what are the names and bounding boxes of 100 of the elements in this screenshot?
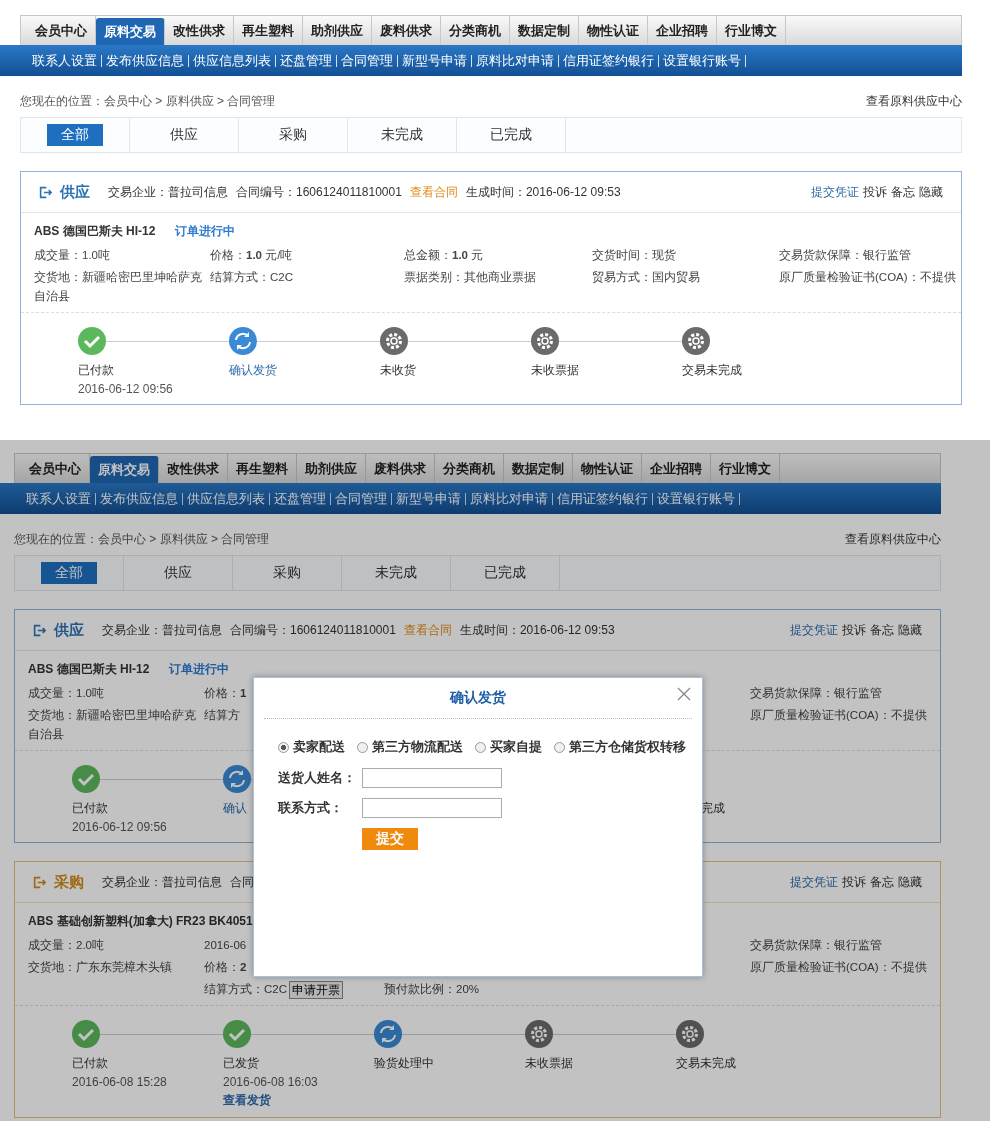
step-time: 2016-06-12 09:56 [78, 382, 174, 396]
gear-icon [380, 327, 408, 355]
filter-tab[interactable]: 采购 [259, 562, 315, 584]
action-link[interactable]: 备忘 [891, 183, 915, 201]
refresh-icon [229, 327, 257, 355]
filter-tab[interactable]: 未完成 [361, 562, 431, 584]
center-link[interactable]: 查看原料供应中心 [845, 531, 941, 548]
info-text: 票据类别：其他商业票据 [404, 270, 536, 285]
subnav-link[interactable]: 合同管理 [337, 54, 398, 67]
radio-circle[interactable] [278, 742, 289, 753]
subnav-link[interactable]: 供应信息列表 [189, 54, 276, 67]
radio-option[interactable]: 第三方物流配送 [357, 739, 463, 756]
action-link[interactable]: 备忘 [870, 621, 894, 639]
action-link[interactable]: 隐藏 [919, 183, 943, 201]
step-label: 交易未完成 [682, 362, 743, 379]
product-title: ABS 德国巴斯夫 HI-12 [28, 661, 150, 678]
submit-voucher-link[interactable]: 提交凭证 [790, 873, 838, 891]
header-field: 合同编号：1606124011810001 [236, 183, 402, 201]
info-text: 成交量：2.0吨 [28, 938, 104, 953]
order-status: 订单进行中 [175, 223, 236, 240]
refresh-icon [374, 1020, 402, 1048]
radio-circle[interactable] [357, 742, 368, 753]
info-text: 价格：1.0 元/吨 [210, 248, 293, 263]
export-icon [39, 185, 52, 199]
subnav-link[interactable]: 联系人设置 [22, 492, 96, 505]
subnav-link[interactable]: 还盘管理 [276, 54, 337, 67]
subnav-link[interactable]: 发布供应信息 [102, 54, 189, 67]
header-field: 生成时间：2016-06-12 09:53 [465, 183, 621, 201]
input-field[interactable] [362, 798, 502, 818]
view-shipment-link[interactable]: 查看发货 [223, 1092, 374, 1109]
info-text: 交易货款保障：银行监管 [750, 938, 882, 953]
filter-tab[interactable]: 供应 [156, 124, 212, 146]
refresh-icon [223, 765, 251, 793]
step-label: 未收票据 [525, 1055, 574, 1072]
subnav-link[interactable]: 信用证签约银行 [553, 492, 653, 505]
subnav-link[interactable]: 原料比对申请 [472, 54, 559, 67]
step-label: 未收票据 [531, 362, 580, 379]
info-text: 价格：2 [204, 960, 247, 975]
action-link[interactable]: 备忘 [870, 873, 894, 891]
radio-option[interactable]: 买家自提 [475, 739, 542, 756]
filter-tab[interactable]: 全部 [41, 562, 97, 584]
filter-tab[interactable]: 全部 [47, 124, 103, 146]
export-icon [33, 623, 46, 637]
subnav-link[interactable]: 还盘管理 [270, 492, 331, 505]
field-label: 联系方式： [278, 799, 344, 817]
info-text: 交货地：广东东莞樟木头镇 [28, 960, 172, 975]
subnav-link[interactable]: 信用证签约银行 [559, 54, 659, 67]
step-label: 已发货 [223, 1055, 260, 1072]
filter-tab[interactable]: 已完成 [470, 562, 540, 584]
invoice-button[interactable]: 申请开票 [289, 981, 343, 999]
action-link[interactable]: 投诉 [842, 621, 866, 639]
subnav-link[interactable]: 设置银行账号 [659, 54, 746, 67]
center-link[interactable]: 查看原料供应中心 [866, 93, 962, 110]
subnav-link[interactable]: 发布供应信息 [96, 492, 183, 505]
filter-tab[interactable]: 已完成 [476, 124, 546, 146]
subnav-link[interactable]: 新型号申请 [398, 54, 472, 67]
confirm-shipment-link[interactable]: 确认发货 [229, 362, 380, 379]
radio-circle[interactable] [475, 742, 486, 753]
close-icon[interactable] [676, 686, 692, 702]
info-text: 交易货款保障：银行监管 [779, 248, 911, 263]
action-link[interactable]: 投诉 [842, 873, 866, 891]
info-text: 交易货款保障：银行监管 [750, 686, 882, 701]
step-time: 2016-06-12 09:56 [72, 820, 168, 834]
info-text: 成交量：1.0吨 [28, 686, 104, 701]
radio-circle[interactable] [554, 742, 565, 753]
action-link[interactable]: 投诉 [863, 183, 887, 201]
breadcrumb: 您现在的位置：会员中心 > 原料供应 > 合同管理 [14, 531, 270, 548]
gear-icon [525, 1020, 553, 1048]
info-text: 总金额：1.0 元 [404, 248, 484, 263]
subnav-link[interactable]: 联系人设置 [28, 54, 102, 67]
check-icon [72, 1020, 100, 1048]
input-field[interactable] [362, 768, 502, 788]
card-title: 供应 [54, 620, 84, 640]
subnav-link[interactable]: 原料比对申请 [466, 492, 553, 505]
submit-voucher-link[interactable]: 提交凭证 [790, 621, 838, 639]
step-label: 未收货 [380, 362, 417, 379]
submit-voucher-link[interactable]: 提交凭证 [811, 183, 859, 201]
action-link[interactable]: 隐藏 [898, 873, 922, 891]
subnav-link[interactable]: 合同管理 [331, 492, 392, 505]
check-icon [72, 765, 100, 793]
filter-tab[interactable]: 采购 [265, 124, 321, 146]
header-field: 交易企业：普拉司信息 [102, 873, 222, 891]
filter-tab[interactable]: 供应 [150, 562, 206, 584]
step-label: 交易未完成 [676, 1055, 737, 1072]
subnav-link[interactable]: 设置银行账号 [653, 492, 740, 505]
card-title: 供应 [60, 182, 90, 202]
info-text: 原厂质量检验证书(COA)：不提供 [750, 708, 927, 723]
action-link[interactable]: 隐藏 [898, 621, 922, 639]
subnav-link[interactable]: 新型号申请 [392, 492, 466, 505]
header-field: 交易企业：普拉司信息 [102, 621, 222, 639]
radio-option[interactable]: 第三方仓储货权转移 [554, 739, 686, 756]
info-text: 价格：1 [204, 686, 247, 701]
filter-tab[interactable]: 未完成 [367, 124, 437, 146]
subnav-link[interactable]: 供应信息列表 [183, 492, 270, 505]
gear-icon [676, 1020, 704, 1048]
info-text: 贸易方式：国内贸易 [592, 270, 700, 285]
product-title: ABS 德国巴斯夫 HI-12 [34, 223, 156, 240]
radio-option[interactable]: 卖家配送 [278, 739, 345, 756]
nav-tab[interactable]: 原料交易 [90, 456, 159, 483]
nav-tab[interactable]: 原料交易 [96, 18, 165, 45]
